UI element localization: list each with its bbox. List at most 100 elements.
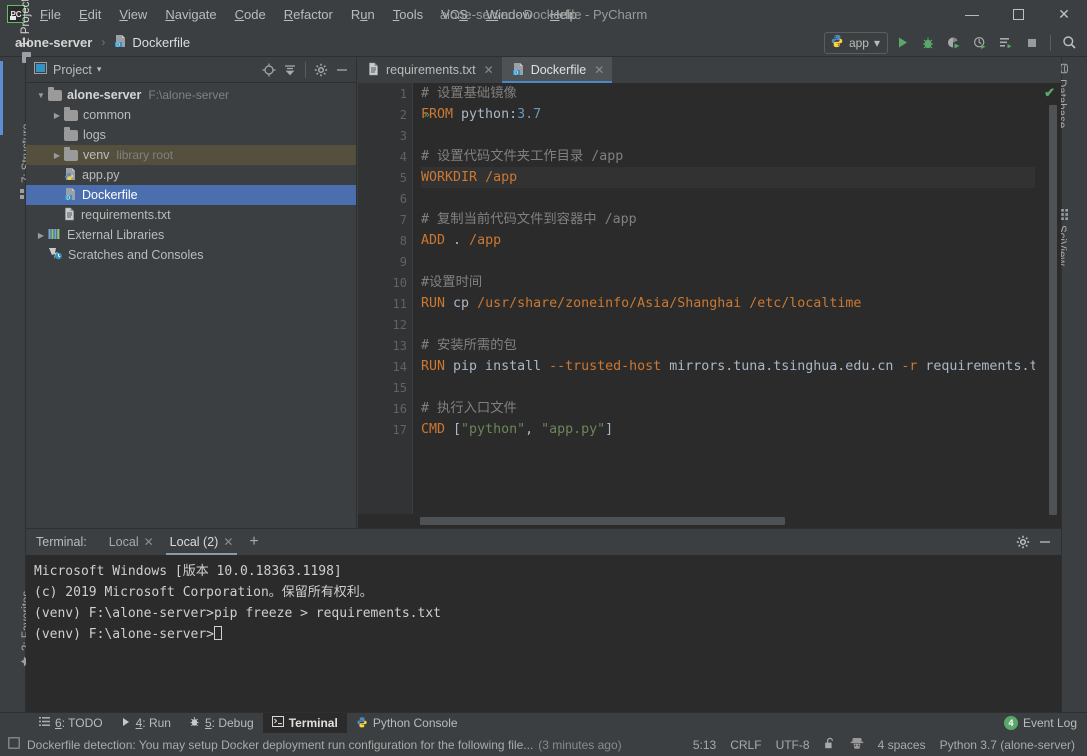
gutter-line-number[interactable]: 3 bbox=[358, 125, 412, 146]
editor-horizontal-scrollbar[interactable] bbox=[420, 517, 785, 525]
gutter-line-number[interactable]: 8 bbox=[358, 230, 412, 251]
terminal-tab-local[interactable]: Local ✕ bbox=[101, 529, 162, 555]
gutter-line-number[interactable]: 17 bbox=[358, 419, 412, 440]
code-editor[interactable]: 1 2» 3 4 5 6 7 8 9 10 11 12 13 14 15 16 17 # 设置基础镜像 FROM … bbox=[358, 83, 1061, 528]
close-icon[interactable]: ✕ bbox=[144, 535, 154, 549]
tree-row-scratches-and-consoles[interactable]: Scratches and Consoles bbox=[26, 245, 356, 265]
menu-item-code[interactable]: Code bbox=[226, 3, 275, 26]
code-line[interactable]: RUN pip install --trusted-host mirrors.t… bbox=[421, 356, 1035, 377]
gutter-line-number[interactable]: 6 bbox=[358, 188, 412, 209]
chevron-down-icon[interactable]: ▾ bbox=[97, 64, 102, 75]
debug-icon[interactable] bbox=[916, 31, 940, 55]
menu-item-help[interactable]: Help bbox=[541, 3, 586, 26]
code-line[interactable] bbox=[421, 377, 1035, 398]
tree-row-venv[interactable]: ▶ venv library root bbox=[26, 145, 356, 165]
notification-icon[interactable] bbox=[8, 737, 20, 752]
gutter-line-number[interactable]: 10 bbox=[358, 272, 412, 293]
chevron-right-icon[interactable]: ▶ bbox=[50, 111, 64, 120]
tree-row-external-libraries[interactable]: ▶ External Libraries bbox=[26, 225, 356, 245]
code-line[interactable]: # 设置代码文件夹工作目录 /app bbox=[421, 146, 1035, 167]
search-everywhere-icon[interactable] bbox=[1057, 31, 1081, 55]
indent-setting[interactable]: 4 spaces bbox=[878, 738, 926, 752]
caret-position[interactable]: 5:13 bbox=[693, 738, 716, 752]
tree-row-requirements-txt[interactable]: requirements.txt bbox=[26, 205, 356, 225]
breadcrumb-file[interactable]: D Dockerfile bbox=[111, 32, 193, 53]
sidebar-tab-project[interactable]: 1: Project bbox=[20, 0, 32, 63]
gutter-line-number[interactable]: 16 bbox=[358, 398, 412, 419]
menu-item-navigate[interactable]: Navigate bbox=[156, 3, 225, 26]
unlocked-icon[interactable] bbox=[824, 737, 836, 753]
code-line[interactable] bbox=[421, 125, 1035, 146]
gutter-line-number[interactable]: 12 bbox=[358, 314, 412, 335]
profile-icon[interactable] bbox=[968, 31, 992, 55]
editor-tab-dockerfile[interactable]: D Dockerfile ✕ bbox=[501, 57, 613, 83]
tree-row-app-py[interactable]: app.py bbox=[26, 165, 356, 185]
editor-vertical-scrollbar[interactable] bbox=[1049, 105, 1057, 515]
python-interpreter[interactable]: Python 3.7 (alone-server) bbox=[940, 738, 1075, 752]
gutter-line-number[interactable]: 1 bbox=[358, 83, 412, 104]
tool-tab-python-console[interactable]: Python Console bbox=[347, 713, 467, 734]
code-line[interactable]: # 复制当前代码文件到容器中 /app bbox=[421, 209, 1035, 230]
line-separator[interactable]: CRLF bbox=[730, 738, 761, 752]
tree-row-logs[interactable]: logs bbox=[26, 125, 356, 145]
code-line[interactable]: # 安装所需的包 bbox=[421, 335, 1035, 356]
gutter-line-number[interactable]: 11 bbox=[358, 293, 412, 314]
hide-panel-icon[interactable] bbox=[332, 60, 352, 80]
editor-gutter[interactable]: 1 2» 3 4 5 6 7 8 9 10 11 12 13 14 15 16 17 bbox=[358, 83, 430, 514]
close-button[interactable]: ✕ bbox=[1041, 0, 1087, 28]
gutter-line-number[interactable]: 14 bbox=[358, 356, 412, 377]
tree-row-common[interactable]: ▶ common bbox=[26, 105, 356, 125]
chevron-right-icon[interactable]: ▶ bbox=[50, 151, 64, 160]
terminal-tab-local-2[interactable]: Local (2) ✕ bbox=[162, 529, 242, 555]
code-line[interactable]: CMD ["python", "app.py"] bbox=[421, 419, 1035, 440]
tree-row-dockerfile[interactable]: D Dockerfile bbox=[26, 185, 356, 205]
menu-item-refactor[interactable]: Refactor bbox=[275, 3, 342, 26]
menu-item-tools[interactable]: Tools bbox=[384, 3, 432, 26]
menu-item-file[interactable]: FFileile bbox=[31, 3, 70, 26]
collapse-all-icon[interactable] bbox=[280, 60, 300, 80]
coverage-icon[interactable] bbox=[942, 31, 966, 55]
hide-panel-icon[interactable] bbox=[1035, 532, 1055, 552]
project-tree[interactable]: ▼ alone-server F:\alone-server ▶ common … bbox=[26, 83, 356, 527]
gutter-line-number[interactable]: 5 bbox=[358, 167, 412, 188]
close-icon[interactable]: ✕ bbox=[594, 63, 604, 77]
code-line[interactable]: # 设置基础镜像 bbox=[421, 83, 1035, 104]
code-line[interactable] bbox=[421, 188, 1035, 209]
terminal-output[interactable]: Microsoft Windows [版本 10.0.18363.1198] (c… bbox=[26, 555, 1061, 712]
editor-marker-panel[interactable]: ✔ bbox=[1035, 83, 1061, 515]
hector-inspection-icon[interactable] bbox=[850, 737, 864, 753]
minimize-button[interactable]: — bbox=[949, 0, 995, 28]
chevron-down-icon[interactable]: ▼ bbox=[34, 91, 48, 100]
tool-tab-terminal[interactable]: Terminal bbox=[262, 712, 347, 734]
locate-icon[interactable] bbox=[259, 60, 279, 80]
gutter-line-number[interactable]: 13 bbox=[358, 335, 412, 356]
tool-tab-debug[interactable]: 5: Debug bbox=[180, 713, 263, 734]
tree-row-alone-server[interactable]: ▼ alone-server F:\alone-server bbox=[26, 85, 356, 105]
gutter-line-number[interactable]: 4 bbox=[358, 146, 412, 167]
code-line[interactable]: ADD . /app bbox=[421, 230, 1035, 251]
stop-icon[interactable] bbox=[1020, 31, 1044, 55]
gutter-line-number[interactable]: 2» bbox=[358, 104, 430, 125]
menu-item-window[interactable]: Window bbox=[477, 3, 541, 26]
chevron-right-icon[interactable]: ▶ bbox=[34, 231, 48, 240]
code-line[interactable] bbox=[421, 314, 1035, 335]
concurrency-diagram-icon[interactable] bbox=[994, 31, 1018, 55]
code-line[interactable]: #设置时间 bbox=[421, 272, 1035, 293]
code-line[interactable] bbox=[421, 251, 1035, 272]
menu-item-vcs[interactable]: VCS bbox=[432, 3, 477, 26]
maximize-button[interactable] bbox=[995, 0, 1041, 28]
tool-tab-run[interactable]: 4: Run bbox=[112, 713, 180, 734]
status-message[interactable]: Dockerfile detection: You may setup Dock… bbox=[27, 738, 533, 752]
gutter-line-number[interactable]: 15 bbox=[358, 377, 412, 398]
close-icon[interactable]: ✕ bbox=[484, 63, 494, 77]
menu-item-run[interactable]: Run bbox=[342, 3, 384, 26]
run-icon[interactable] bbox=[890, 31, 914, 55]
editor-horizontal-scrollbar-track[interactable] bbox=[412, 514, 1035, 528]
inspection-status-icon[interactable]: ✔ bbox=[1044, 85, 1055, 101]
editor-tab-requirements-txt[interactable]: requirements.txt ✕ bbox=[358, 57, 502, 83]
menu-item-view[interactable]: View bbox=[110, 3, 156, 26]
settings-gear-icon[interactable] bbox=[311, 60, 331, 80]
gutter-line-number[interactable]: 9 bbox=[358, 251, 412, 272]
new-terminal-tab-button[interactable]: + bbox=[241, 533, 266, 551]
event-log-button[interactable]: 4 Event Log bbox=[1003, 716, 1087, 730]
